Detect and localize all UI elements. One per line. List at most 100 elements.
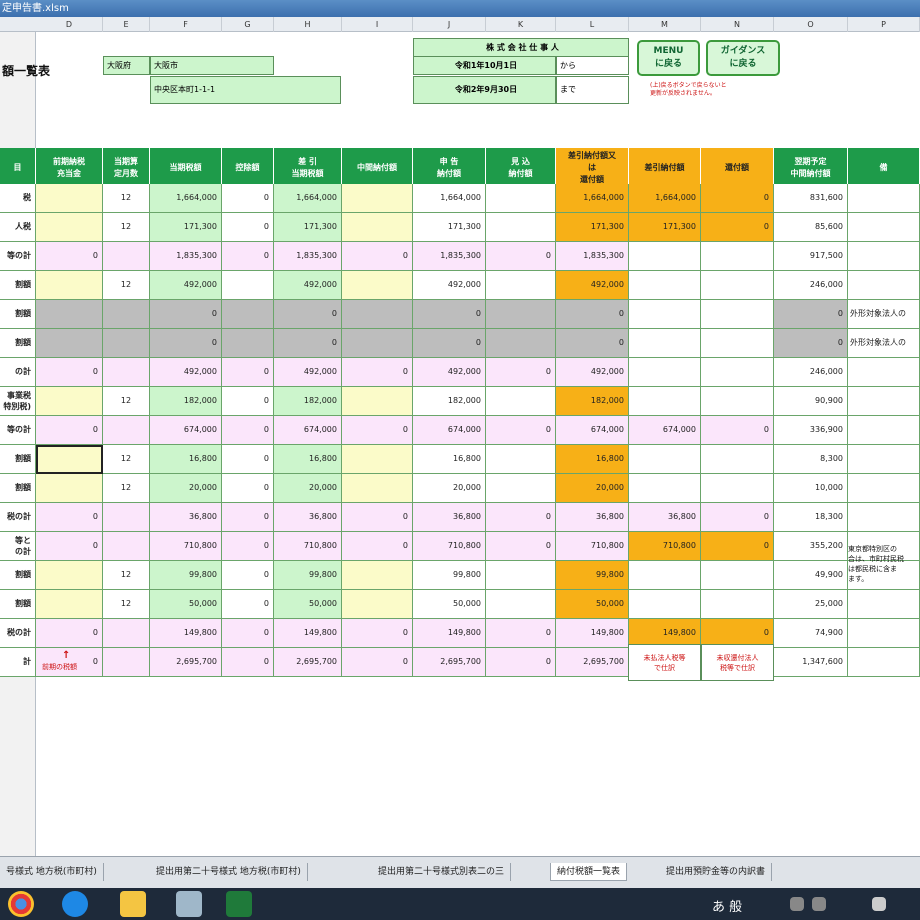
menu-return-button[interactable]: MENU に戻る bbox=[637, 40, 700, 76]
table-cell[interactable]: 0 bbox=[36, 532, 103, 561]
row-label-cell[interactable]: 割額 bbox=[0, 329, 36, 358]
table-cell[interactable]: 12 bbox=[103, 445, 150, 474]
table-cell[interactable]: 0 bbox=[36, 416, 103, 445]
table-cell[interactable]: 710,800 bbox=[150, 532, 222, 561]
table-cell[interactable]: 246,000 bbox=[774, 271, 848, 300]
table-cell[interactable]: 12 bbox=[103, 387, 150, 416]
table-cell[interactable]: 49,900 bbox=[774, 561, 848, 590]
table-cell[interactable]: 492,000 bbox=[556, 358, 629, 387]
table-cell[interactable]: 149,800 bbox=[150, 619, 222, 648]
table-cell[interactable] bbox=[36, 184, 103, 213]
table-cell[interactable]: 0 bbox=[413, 300, 486, 329]
table-cell[interactable] bbox=[342, 445, 413, 474]
table-cell[interactable]: 16,800 bbox=[556, 445, 629, 474]
table-cell[interactable]: 1,664,000 bbox=[150, 184, 222, 213]
table-cell[interactable]: 12 bbox=[103, 474, 150, 503]
table-cell[interactable]: 16,800 bbox=[413, 445, 486, 474]
table-cell[interactable] bbox=[848, 271, 920, 300]
table-cell[interactable] bbox=[342, 474, 413, 503]
table-cell[interactable] bbox=[103, 416, 150, 445]
table-cell[interactable]: 492,000 bbox=[413, 358, 486, 387]
table-cell[interactable] bbox=[222, 300, 274, 329]
table-cell[interactable]: 0 bbox=[486, 619, 556, 648]
table-cell[interactable]: 0 bbox=[342, 619, 413, 648]
table-cell[interactable]: 50,000 bbox=[413, 590, 486, 619]
table-cell[interactable] bbox=[36, 271, 103, 300]
table-cell[interactable]: 492,000 bbox=[150, 358, 222, 387]
column-header[interactable]: E bbox=[103, 17, 150, 32]
table-cell[interactable]: 0 bbox=[222, 474, 274, 503]
column-header[interactable]: L bbox=[556, 17, 629, 32]
table-cell[interactable] bbox=[848, 503, 920, 532]
table-cell[interactable]: 710,800 bbox=[413, 532, 486, 561]
prefecture-field[interactable]: 大阪府 bbox=[103, 56, 150, 75]
table-cell[interactable]: 1,835,300 bbox=[556, 242, 629, 271]
table-cell[interactable] bbox=[103, 358, 150, 387]
table-cell[interactable]: 0 bbox=[342, 416, 413, 445]
row-label-cell[interactable]: 計 bbox=[0, 648, 36, 677]
table-cell[interactable]: 0 bbox=[342, 358, 413, 387]
table-cell[interactable]: 外形対象法人の bbox=[848, 329, 920, 358]
period-start-field[interactable]: 令和1年10月1日 bbox=[413, 56, 556, 75]
table-cell[interactable]: 0 bbox=[222, 387, 274, 416]
table-cell[interactable] bbox=[342, 590, 413, 619]
table-cell[interactable]: 20,000 bbox=[413, 474, 486, 503]
table-cell[interactable]: 171,300 bbox=[413, 213, 486, 242]
sheet-tab[interactable]: 納付税額一覧表 bbox=[550, 863, 628, 881]
table-cell[interactable]: 182,000 bbox=[556, 387, 629, 416]
table-cell[interactable]: 149,800 bbox=[556, 619, 629, 648]
row-label-cell[interactable]: 税 bbox=[0, 184, 36, 213]
table-cell[interactable] bbox=[701, 474, 774, 503]
table-cell[interactable]: 0 bbox=[486, 416, 556, 445]
table-cell[interactable]: 182,000 bbox=[150, 387, 222, 416]
table-cell[interactable]: 0 bbox=[342, 532, 413, 561]
table-cell[interactable]: 0 bbox=[486, 532, 556, 561]
table-cell[interactable] bbox=[486, 445, 556, 474]
worksheet[interactable]: 額一覧表 大阪府 大阪市 中央区本町1-1-1 株 式 会 社 仕 事 人 令和… bbox=[0, 32, 920, 856]
table-cell[interactable] bbox=[486, 184, 556, 213]
table-cell[interactable]: 36,800 bbox=[556, 503, 629, 532]
folder-icon[interactable] bbox=[120, 891, 146, 917]
period-end-field[interactable]: 令和2年9月30日 bbox=[413, 76, 556, 104]
excel-icon[interactable] bbox=[226, 891, 252, 917]
address-field[interactable]: 中央区本町1-1-1 bbox=[150, 76, 341, 104]
table-cell[interactable]: 0 bbox=[222, 619, 274, 648]
table-cell[interactable]: 492,000 bbox=[274, 271, 342, 300]
row-label-cell[interactable]: 税の計 bbox=[0, 503, 36, 532]
table-cell[interactable]: 10,000 bbox=[774, 474, 848, 503]
table-cell[interactable] bbox=[103, 329, 150, 358]
table-cell[interactable]: 0 bbox=[342, 242, 413, 271]
table-cell[interactable]: 710,800 bbox=[556, 532, 629, 561]
table-cell[interactable]: 171,300 bbox=[274, 213, 342, 242]
table-cell[interactable]: 90,900 bbox=[774, 387, 848, 416]
sheet-tab[interactable]: 提出用預貯金等の内訳書 bbox=[660, 863, 773, 881]
column-header[interactable]: O bbox=[774, 17, 848, 32]
table-cell[interactable] bbox=[848, 445, 920, 474]
table-cell[interactable] bbox=[701, 242, 774, 271]
row-label-cell[interactable]: 税の計 bbox=[0, 619, 36, 648]
table-cell[interactable]: 246,000 bbox=[774, 358, 848, 387]
table-cell[interactable]: 0 bbox=[486, 358, 556, 387]
table-cell[interactable]: 0 bbox=[36, 503, 103, 532]
table-cell[interactable] bbox=[103, 532, 150, 561]
table-cell[interactable] bbox=[342, 561, 413, 590]
table-cell[interactable]: 1,664,000 bbox=[413, 184, 486, 213]
table-cell[interactable] bbox=[486, 387, 556, 416]
table-cell[interactable]: 831,600 bbox=[774, 184, 848, 213]
sheet-tab[interactable]: 提出用第二十号様式 地方税(市町村) bbox=[150, 863, 308, 881]
table-cell[interactable]: 0 bbox=[486, 242, 556, 271]
column-header[interactable]: G bbox=[222, 17, 274, 32]
table-cell[interactable]: 171,300 bbox=[556, 213, 629, 242]
table-cell[interactable] bbox=[701, 271, 774, 300]
table-cell[interactable]: 0 bbox=[222, 184, 274, 213]
table-cell[interactable]: 0 bbox=[486, 648, 556, 677]
table-cell[interactable] bbox=[848, 242, 920, 271]
table-cell[interactable]: 20,000 bbox=[556, 474, 629, 503]
table-cell[interactable] bbox=[701, 300, 774, 329]
table-cell[interactable] bbox=[486, 300, 556, 329]
table-cell[interactable] bbox=[486, 474, 556, 503]
table-cell[interactable]: 0 bbox=[222, 590, 274, 619]
table-cell[interactable] bbox=[629, 300, 701, 329]
table-cell[interactable] bbox=[701, 387, 774, 416]
table-cell[interactable]: 0 bbox=[222, 213, 274, 242]
